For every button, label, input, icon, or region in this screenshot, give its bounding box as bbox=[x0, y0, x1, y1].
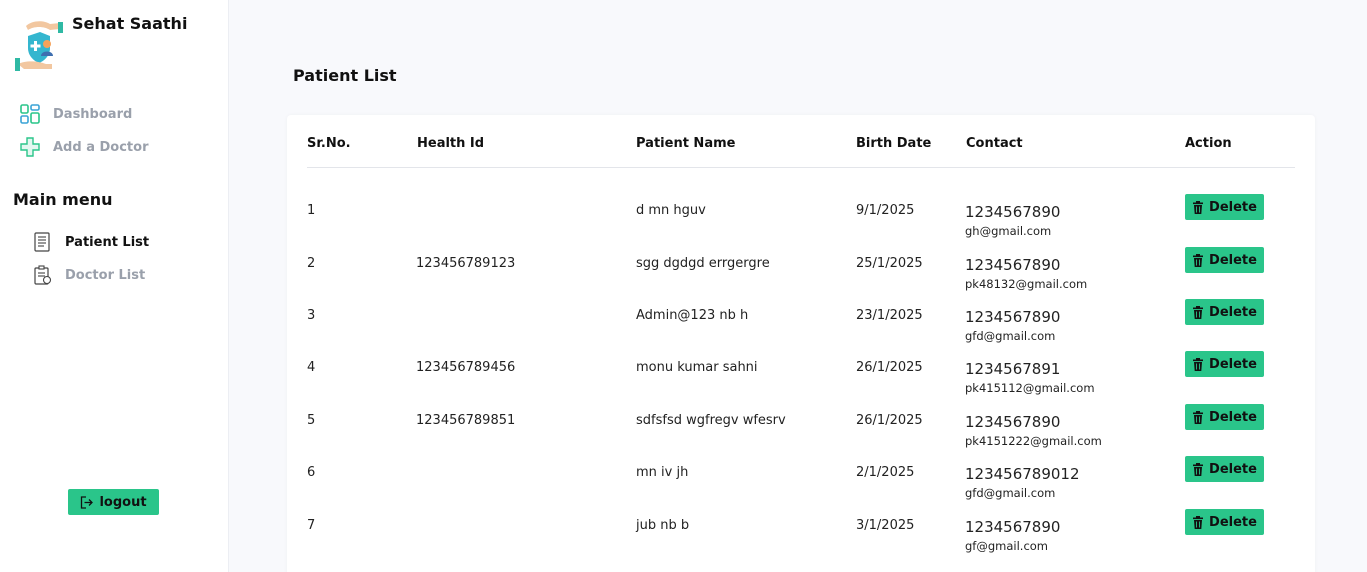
table-row: 7 jub nb b 3/1/2025 1234567890 gf@gmail.com D… bbox=[287, 509, 1315, 570]
cell-contact-email: pk48132@gmail.com bbox=[965, 277, 1088, 291]
table-row: 4 123456789456 monu kumar sahni 26/1/2025 12… bbox=[287, 351, 1315, 412]
delete-button[interactable]: Delete bbox=[1185, 351, 1264, 377]
page-title: Patient List bbox=[293, 66, 397, 85]
nav-item-add-doctor[interactable]: Add a Doctor bbox=[20, 137, 148, 157]
cell-birth-date: 3/1/2025 bbox=[856, 518, 915, 533]
cell-contact-phone: 1234567890 bbox=[965, 413, 1061, 431]
cell-contact-phone: 1234567890 bbox=[965, 308, 1061, 326]
column-header-birth-date: Birth Date bbox=[856, 136, 932, 151]
cell-contact-phone: 1234567891 bbox=[965, 360, 1061, 378]
delete-button[interactable]: Delete bbox=[1185, 404, 1264, 430]
cell-birth-date: 26/1/2025 bbox=[856, 360, 923, 375]
plus-cross-icon bbox=[20, 137, 40, 157]
cell-patient-name: sdfsfsd wgfregv wfesrv bbox=[636, 413, 786, 428]
cell-contact-phone: 1234567890 bbox=[965, 203, 1061, 221]
cell-patient-name: d mn hguv bbox=[636, 203, 706, 218]
table-header: Sr.No. Health Id Patient Name Birth Date… bbox=[307, 115, 1295, 168]
cell-sr-no: 5 bbox=[307, 413, 316, 428]
delete-button-label: Delete bbox=[1209, 514, 1257, 530]
delete-button-label: Delete bbox=[1209, 409, 1257, 425]
cell-contact-phone: 123456789012 bbox=[965, 465, 1080, 483]
delete-button-label: Delete bbox=[1209, 199, 1257, 215]
cell-birth-date: 26/1/2025 bbox=[856, 413, 923, 428]
cell-contact-email: gf@gmail.com bbox=[965, 539, 1049, 553]
cell-sr-no: 6 bbox=[307, 465, 316, 480]
table-row: 1 d mn hguv 9/1/2025 1234567890 gh@gmail.com… bbox=[287, 194, 1315, 255]
cell-birth-date: 23/1/2025 bbox=[856, 308, 923, 323]
cell-patient-name: monu kumar sahni bbox=[636, 360, 758, 375]
menu-item-doctor-list[interactable]: Doctor List bbox=[33, 265, 145, 285]
cell-patient-name: sgg dgdgd errgergre bbox=[636, 256, 770, 271]
cell-health-id: 123456789123 bbox=[416, 256, 516, 271]
cell-sr-no: 3 bbox=[307, 308, 316, 323]
table-row: 6 mn iv jh 2/1/2025 123456789012 gfd@gmail.c… bbox=[287, 456, 1315, 517]
cell-birth-date: 2/1/2025 bbox=[856, 465, 915, 480]
logout-label: logout bbox=[99, 494, 147, 510]
cell-sr-no: 4 bbox=[307, 360, 316, 375]
trash-icon bbox=[1193, 462, 1204, 476]
brand[interactable]: Sehat Saathi bbox=[14, 14, 187, 72]
sidebar: Sehat Saathi Dashboard Add a Doctor Main… bbox=[0, 0, 229, 572]
cell-birth-date: 9/1/2025 bbox=[856, 203, 915, 218]
cell-sr-no: 2 bbox=[307, 256, 316, 271]
delete-button[interactable]: Delete bbox=[1185, 456, 1264, 482]
column-header-contact: Contact bbox=[966, 136, 1023, 151]
logout-icon bbox=[81, 495, 94, 509]
cell-contact-email: gfd@gmail.com bbox=[965, 329, 1056, 343]
delete-button-label: Delete bbox=[1209, 356, 1257, 372]
trash-icon bbox=[1193, 305, 1204, 319]
cell-sr-no: 7 bbox=[307, 518, 316, 533]
cell-contact-phone: 1234567890 bbox=[965, 518, 1061, 536]
cell-patient-name: mn iv jh bbox=[636, 465, 689, 480]
delete-button-label: Delete bbox=[1209, 304, 1257, 320]
delete-button[interactable]: Delete bbox=[1185, 194, 1264, 220]
cell-health-id: 123456789456 bbox=[416, 360, 516, 375]
menu-item-label: Doctor List bbox=[65, 267, 146, 283]
delete-button-label: Delete bbox=[1209, 252, 1257, 268]
cell-patient-name: jub nb b bbox=[636, 518, 690, 533]
menu-item-label: Patient List bbox=[65, 234, 150, 250]
delete-button[interactable]: Delete bbox=[1185, 299, 1264, 325]
cell-contact-email: pk4151222@gmail.com bbox=[965, 434, 1102, 448]
shield-hands-logo bbox=[15, 21, 63, 71]
table-row: 3 Admin@123 nb h 23/1/2025 1234567890 gfd@gm… bbox=[287, 299, 1315, 360]
brand-name: Sehat Saathi bbox=[72, 14, 188, 33]
delete-button-label: Delete bbox=[1209, 461, 1257, 477]
trash-icon bbox=[1193, 515, 1204, 529]
document-list-icon bbox=[34, 232, 50, 252]
grid-icon bbox=[20, 104, 40, 124]
column-header-patient-name: Patient Name bbox=[636, 136, 736, 151]
patient-table: Sr.No. Health Id Patient Name Birth Date… bbox=[287, 115, 1315, 572]
cell-health-id: 123456789851 bbox=[416, 413, 516, 428]
cell-contact-email: gfd@gmail.com bbox=[965, 486, 1056, 500]
column-header-health-id: Health Id bbox=[417, 136, 485, 151]
column-header-sr-no: Sr.No. bbox=[307, 136, 351, 151]
cell-birth-date: 25/1/2025 bbox=[856, 256, 923, 271]
table-row: 2 123456789123 sgg dgdgd errgergre 25/1/202… bbox=[287, 247, 1315, 308]
column-header-action: Action bbox=[1185, 136, 1232, 151]
clipboard-icon bbox=[34, 265, 52, 285]
trash-icon bbox=[1193, 253, 1204, 267]
table-row: 5 123456789851 sdfsfsd wgfregv wfesrv 26/1/… bbox=[287, 404, 1315, 465]
trash-icon bbox=[1193, 200, 1204, 214]
cell-contact-email: pk415112@gmail.com bbox=[965, 381, 1095, 395]
delete-button[interactable]: Delete bbox=[1185, 509, 1264, 535]
cell-patient-name: Admin@123 nb h bbox=[636, 308, 749, 323]
trash-icon bbox=[1193, 357, 1204, 371]
delete-button[interactable]: Delete bbox=[1185, 247, 1264, 273]
cell-contact-email: gh@gmail.com bbox=[965, 224, 1052, 238]
menu-item-patient-list[interactable]: Patient List bbox=[33, 232, 149, 252]
nav-item-label: Add a Doctor bbox=[53, 139, 149, 155]
nav-item-label: Dashboard bbox=[53, 106, 133, 122]
cell-contact-phone: 1234567890 bbox=[965, 256, 1061, 274]
trash-icon bbox=[1193, 410, 1204, 424]
nav-item-dashboard[interactable]: Dashboard bbox=[20, 104, 132, 124]
logout-button[interactable]: logout bbox=[68, 489, 159, 515]
main-menu-heading: Main menu bbox=[13, 190, 113, 209]
cell-sr-no: 1 bbox=[307, 203, 316, 218]
